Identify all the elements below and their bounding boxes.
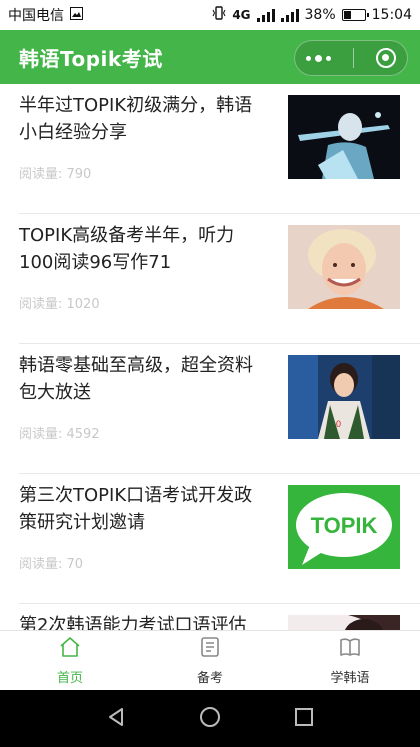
article-item[interactable]: 第三次TOPIK口语考试开发政策研究计划邀请 阅读量: 70 TOPIK	[0, 474, 420, 604]
page-title: 韩语Topik考试	[19, 46, 163, 71]
topik-logo: TOPIK	[288, 485, 400, 569]
read-count: 阅读量: 1020	[19, 297, 100, 312]
capsule-divider	[353, 48, 354, 68]
read-count: 阅读量: 4592	[19, 427, 100, 442]
tab-learn-korean[interactable]: 学韩语	[280, 631, 420, 690]
notes-icon	[198, 635, 222, 663]
photo-image	[288, 615, 400, 630]
battery-percent: 38%	[304, 7, 336, 23]
tab-label: 学韩语	[330, 671, 370, 686]
tab-label: 备考	[196, 671, 223, 686]
article-item[interactable]: 韩语零基础至高级，超全资料包大放送 阅读量: 4592 0	[0, 344, 420, 474]
read-count: 阅读量: 790	[19, 167, 92, 182]
system-nav-bar	[0, 690, 420, 747]
performer-image	[288, 95, 400, 179]
topik-logo-text: TOPIK	[311, 513, 378, 538]
battery-icon	[341, 9, 369, 21]
svg-text:0: 0	[336, 419, 341, 429]
network-type: 4G	[232, 8, 251, 22]
tab-label: 首页	[56, 671, 83, 686]
clock: 15:04	[371, 7, 412, 23]
tab-home[interactable]: 首页	[0, 631, 140, 690]
more-icon[interactable]	[306, 54, 331, 62]
image-notification-icon	[70, 6, 83, 24]
article-item[interactable]: 半年过TOPIK初级满分，韩语小白经验分享 阅读量: 790	[0, 84, 420, 214]
vibrate-icon	[212, 6, 226, 24]
article-title: 半年过TOPIK初级满分，韩语小白经验分享	[19, 95, 253, 143]
status-bar: 中国电信 4G 38% 15:04	[0, 0, 420, 30]
tab-prepare[interactable]: 备考	[140, 631, 280, 690]
article-title: 第三次TOPIK口语考试开发政策研究计划邀请	[19, 485, 253, 533]
close-mini-program-icon[interactable]	[376, 48, 396, 68]
signal-2-icon	[280, 8, 299, 22]
article-item[interactable]: TOPIK高级备考半年，听力100阅读96写作71 阅读量: 1020	[0, 214, 420, 344]
article-title: 第2次韩语能力考试口语评估	[19, 615, 247, 630]
article-item[interactable]: 第2次韩语能力考试口语评估	[0, 604, 420, 630]
signal-icon	[256, 8, 275, 22]
portrait-image	[288, 225, 400, 309]
idol-image: 0	[288, 355, 400, 439]
carrier-label: 中国电信	[8, 8, 64, 24]
mini-program-capsule	[294, 40, 408, 76]
back-icon[interactable]	[105, 706, 127, 732]
article-title: 韩语零基础至高级，超全资料包大放送	[19, 355, 253, 403]
recent-apps-icon[interactable]	[293, 706, 315, 732]
tab-bar: 首页 备考 学韩语	[0, 630, 420, 690]
home-icon	[58, 635, 82, 663]
book-icon	[338, 635, 362, 663]
article-title: TOPIK高级备考半年，听力100阅读96写作71	[19, 225, 235, 273]
read-count: 阅读量: 70	[19, 557, 84, 572]
app-header: 韩语Topik考试	[0, 30, 420, 84]
article-list: 半年过TOPIK初级满分，韩语小白经验分享 阅读量: 790 TOPIK高级备考…	[0, 84, 420, 630]
home-circle-icon[interactable]	[198, 705, 222, 733]
